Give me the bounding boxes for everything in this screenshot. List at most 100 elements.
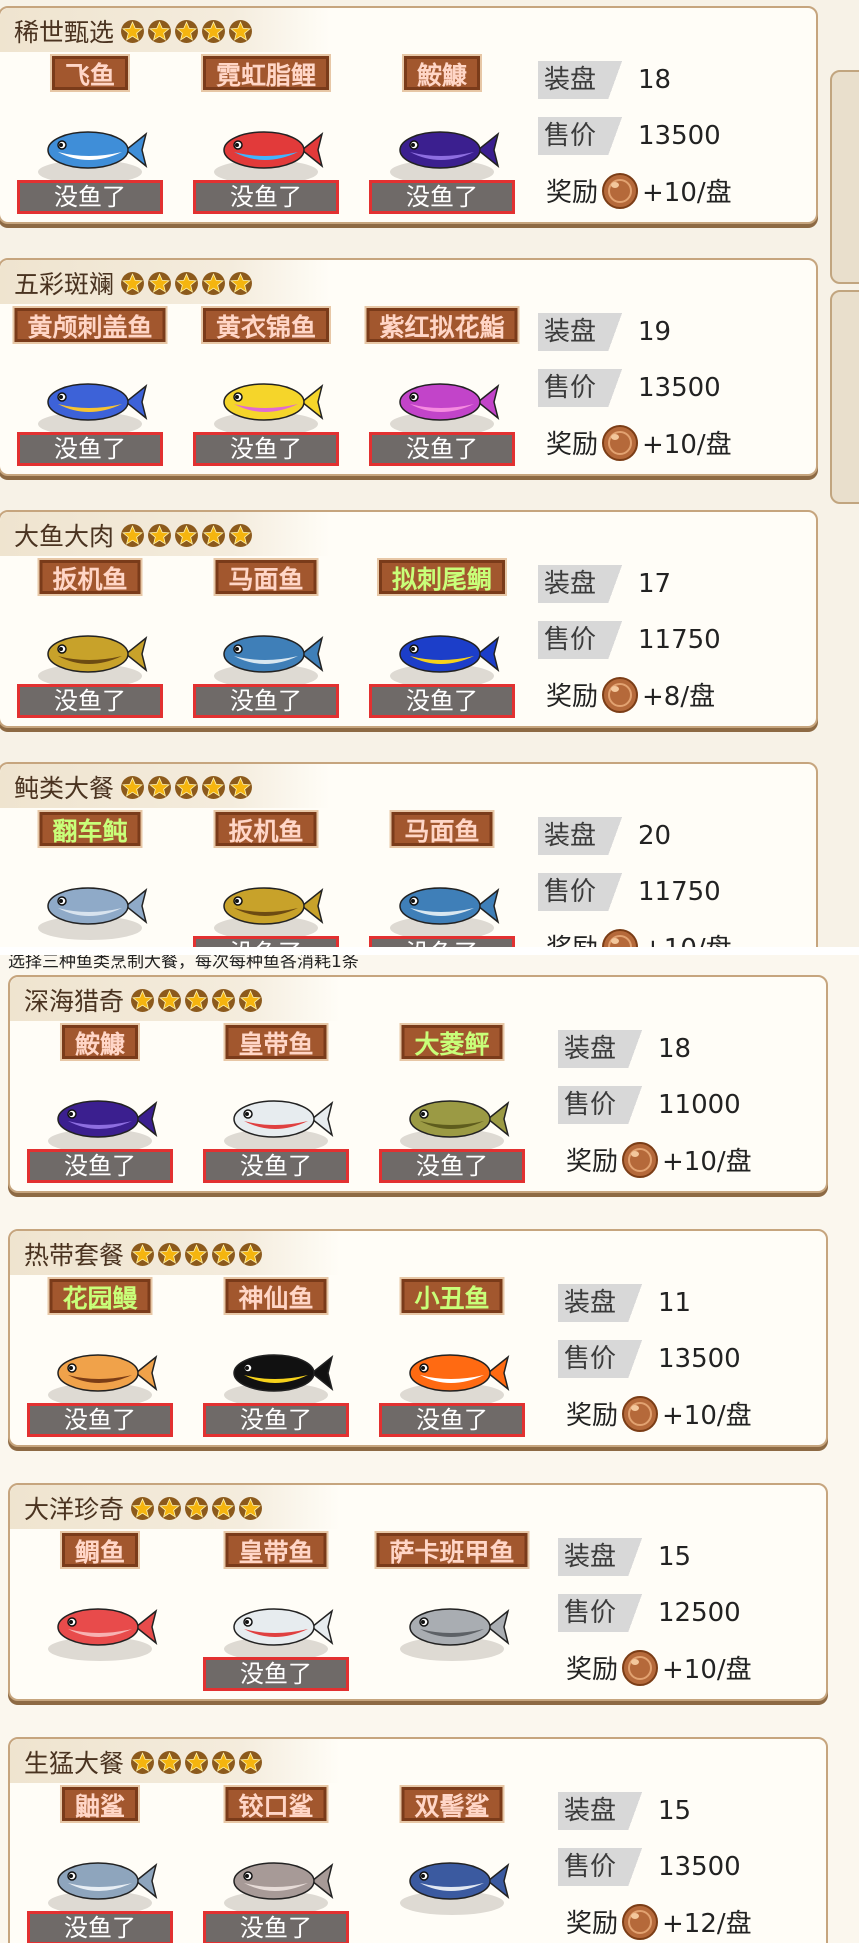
screenshot-bottom: 深海猎奇 鮟鱇 没鱼了 皇带鱼 没鱼了 大菱鲆 没鱼了 装盘 18 售价 11000 奖励 +10/盘热… — [0, 955, 859, 1943]
dish-card[interactable]: 大鱼大肉 扳机鱼 没鱼了 马面鱼 没鱼了 拟刺尾鲷 没鱼了 装盘 17 售价 11750 奖励 +8/盘 — [0, 510, 818, 728]
plate-value: 15 — [658, 1796, 692, 1826]
star-icon — [202, 523, 225, 547]
dish-name: 五彩斑斓 — [14, 270, 115, 299]
fish-slot[interactable]: 鮟鱇 没鱼了 — [366, 54, 518, 216]
sold-out-badge: 没鱼了 — [369, 684, 515, 718]
fish-slot[interactable]: 扳机鱼没鱼了 — [190, 810, 342, 947]
blue-tang-icon — [390, 635, 500, 688]
star-icon — [239, 1242, 262, 1266]
price-label: 售价 — [558, 1086, 652, 1124]
coin-icon — [622, 1903, 659, 1940]
filefish-icon — [214, 635, 324, 688]
fish-slot[interactable]: 皇带鱼 没鱼了 — [200, 1531, 352, 1693]
price-value: 11000 — [658, 1090, 741, 1120]
fish-name-label: 小丑鱼 — [399, 1277, 505, 1315]
star-icon — [185, 1496, 208, 1520]
tiger-shark-icon — [48, 1862, 158, 1915]
coin-icon — [602, 424, 639, 461]
reward-stat: 奖励 +10/盘 — [546, 172, 732, 209]
dish-card[interactable]: 生猛大餐 鼬鲨 没鱼了 铰口鲨 没鱼了 双髻鲨 装盘 15 售价 13500 奖励 +12/盘 — [8, 1737, 828, 1943]
fish-slot[interactable]: 飞鱼 没鱼了 — [14, 54, 166, 216]
fish-slot[interactable]: 小丑鱼 没鱼了 — [376, 1277, 528, 1439]
anglerfish-icon — [48, 1100, 158, 1153]
dish-card[interactable]: 五彩斑斓 黄颅刺盖鱼 没鱼了 黄衣锦鱼 没鱼了 紫红拟花鮨 没鱼了 装盘 19 售价 13500 奖励… — [0, 258, 818, 476]
star-icon — [212, 1496, 235, 1520]
dish-card[interactable]: 热带套餐 花园鳗 没鱼了 神仙鱼 没鱼了 小丑鱼 没鱼了 装盘 11 售价 13500 奖励 +10/盘 — [8, 1229, 828, 1447]
star-rating — [130, 988, 263, 1013]
fish-slot[interactable]: 霓虹脂鲤 没鱼了 — [190, 54, 342, 216]
fish-slot[interactable]: 双髻鲨 — [376, 1785, 528, 1943]
dish-card[interactable]: 鲀类大餐翻车鲀扳机鱼没鱼了马面鱼没鱼了装盘20售价11750奖励+10/盘 — [0, 762, 818, 947]
star-icon — [202, 775, 225, 799]
fish-slot[interactable]: 马面鱼没鱼了 — [190, 558, 342, 720]
reward-value: +10/盘 — [642, 928, 732, 947]
reward-value: +10/盘 — [662, 1655, 752, 1685]
fish-slot[interactable]: 神仙鱼 没鱼了 — [200, 1277, 352, 1439]
price-label: 售价 — [538, 117, 632, 155]
fish-name-label: 马面鱼 — [389, 810, 495, 848]
side-category-tab[interactable] — [830, 70, 859, 284]
star-icon — [158, 1242, 181, 1266]
fish-slot[interactable]: 扳机鱼没鱼了 — [14, 558, 166, 720]
star-rating — [120, 775, 253, 800]
fish-slot[interactable]: 紫红拟花鮨 没鱼了 — [364, 306, 520, 468]
sold-out-badge: 没鱼了 — [17, 684, 163, 718]
price-label: 售价 — [538, 369, 632, 407]
fish-slot[interactable]: 拟刺尾鲷 没鱼了 — [366, 558, 518, 720]
star-icon — [229, 19, 252, 43]
sold-out-badge: 没鱼了 — [27, 1911, 173, 1943]
oarfish-icon — [224, 1100, 334, 1153]
coin-icon — [602, 172, 639, 209]
fish-slot[interactable]: 鮟鱇 没鱼了 — [24, 1023, 176, 1185]
flying-fish-icon — [38, 131, 148, 184]
plate-stat: 装盘 17 — [538, 564, 671, 604]
fish-slot[interactable]: 铰口鲨 没鱼了 — [200, 1785, 352, 1943]
dish-name: 大鱼大肉 — [14, 522, 115, 551]
plate-value: 15 — [658, 1542, 692, 1572]
star-icon — [229, 523, 252, 547]
star-icon — [121, 19, 144, 43]
star-icon — [131, 1750, 154, 1774]
dish-title: 大洋珍奇 — [24, 1491, 263, 1525]
star-icon — [148, 775, 171, 799]
dish-card[interactable]: 大洋珍奇 鲷鱼 皇带鱼 没鱼了 萨卡班甲鱼 装盘 15 售价 12500 奖励 +10/盘 — [8, 1483, 828, 1701]
fish-slot[interactable]: 萨卡班甲鱼 — [374, 1531, 530, 1693]
coin-icon — [602, 928, 639, 947]
angelfish-icon — [38, 383, 148, 436]
dish-title: 大鱼大肉 — [14, 518, 253, 552]
star-icon — [239, 1496, 262, 1520]
price-label: 售价 — [538, 873, 632, 911]
reward-value: +10/盘 — [662, 1147, 752, 1177]
fish-slot[interactable]: 皇带鱼 没鱼了 — [200, 1023, 352, 1185]
star-icon — [121, 775, 144, 799]
plate-label: 装盘 — [558, 1792, 652, 1830]
coin-icon — [622, 1141, 659, 1178]
fish-slot[interactable]: 鲷鱼 — [24, 1531, 176, 1693]
fish-slot[interactable]: 花园鳗 没鱼了 — [24, 1277, 176, 1439]
menu-caption: 选择三种鱼类烹制大餐，每次每种鱼各消耗1条 — [8, 955, 359, 971]
dish-title: 五彩斑斓 — [14, 266, 253, 300]
reward-label: 奖励 — [566, 1909, 619, 1939]
sold-out-badge: 没鱼了 — [203, 1911, 349, 1943]
plate-value: 11 — [658, 1288, 692, 1318]
price-stat: 售价 12500 — [558, 1593, 741, 1633]
price-label: 售价 — [558, 1594, 652, 1632]
dish-card[interactable]: 深海猎奇 鮟鱇 没鱼了 皇带鱼 没鱼了 大菱鲆 没鱼了 装盘 18 售价 11000 奖励 +10/盘 — [8, 975, 828, 1193]
star-icon — [148, 271, 171, 295]
filefish-icon — [390, 887, 500, 940]
star-icon — [121, 523, 144, 547]
fish-slot[interactable]: 大菱鲆 没鱼了 — [376, 1023, 528, 1185]
dish-title: 稀世甄选 — [14, 14, 253, 48]
fish-slot[interactable]: 鼬鲨 没鱼了 — [24, 1785, 176, 1943]
fish-slot[interactable]: 马面鱼没鱼了 — [366, 810, 518, 947]
fish-slot[interactable]: 黄衣锦鱼 没鱼了 — [190, 306, 342, 468]
side-category-tab[interactable] — [830, 290, 859, 504]
plate-label: 装盘 — [558, 1284, 652, 1322]
fish-slot[interactable]: 黄颅刺盖鱼 没鱼了 — [12, 306, 168, 468]
sold-out-badge: 没鱼了 — [193, 180, 339, 214]
fish-name-label: 鲷鱼 — [59, 1531, 141, 1569]
dish-card[interactable]: 稀世甄选 飞鱼 没鱼了 霓虹脂鲤 没鱼了 鮟鱇 没鱼了 装盘 18 售价 13500 奖励 +10/盘 — [0, 6, 818, 224]
reward-label: 奖励 — [546, 178, 599, 208]
fish-slot[interactable]: 翻车鲀 — [14, 810, 166, 947]
reward-stat: 奖励 +10/盘 — [566, 1649, 752, 1686]
